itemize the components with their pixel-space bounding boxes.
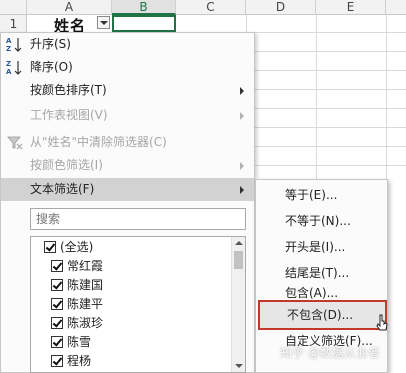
- submenu-item-label: 开头是(I)...: [285, 240, 346, 254]
- checkbox-checked[interactable]: [51, 336, 63, 348]
- scroll-down-arrow-icon[interactable]: [235, 364, 243, 368]
- watermark-text: 知乎 @数据从业者: [280, 346, 380, 360]
- svg-text:A: A: [6, 68, 12, 76]
- checkbox-checked[interactable]: [44, 241, 56, 253]
- column-header-b[interactable]: B: [112, 0, 176, 15]
- submenu-arrow-icon: [240, 87, 244, 95]
- sheet-view-label: 工作表视图(V): [30, 108, 108, 122]
- sort-descending-icon: Z A: [6, 59, 24, 76]
- submenu-arrow-icon: [240, 112, 244, 120]
- sort-ascending-label: 升序(S): [30, 37, 71, 51]
- list-item[interactable]: 陈淑珍: [31, 315, 231, 332]
- menu-item-sort-by-color[interactable]: 按颜色排序(T): [1, 79, 254, 102]
- list-item-select-all[interactable]: (全选): [31, 239, 231, 256]
- list-item[interactable]: 陈建国: [31, 277, 231, 294]
- menu-item-sheet-view: 工作表视图(V): [1, 104, 254, 127]
- column-header-e[interactable]: E: [316, 0, 386, 15]
- submenu-item-label: 不等于(N)...: [285, 214, 351, 228]
- checkbox-checked[interactable]: [51, 317, 63, 329]
- text-filters-label: 文本筛选(F): [30, 182, 95, 196]
- checkbox-checked[interactable]: [51, 279, 63, 291]
- submenu-item-does-not-contain[interactable]: 不包含(D)...: [258, 300, 387, 330]
- filter-menu: A Z 升序(S) Z A 降序(O) 按颜色排序(T) 工作表视图(V) 从"…: [0, 32, 255, 373]
- list-item-label: 常红霞: [67, 259, 104, 273]
- menu-item-sort-descending[interactable]: Z A 降序(O): [1, 56, 254, 79]
- menu-item-sort-ascending[interactable]: A Z 升序(S): [1, 33, 254, 56]
- checkbox-checked[interactable]: [51, 298, 63, 310]
- checkbox-checked[interactable]: [51, 260, 63, 272]
- select-all-corner[interactable]: [0, 0, 27, 15]
- list-item-label: 陈建国: [67, 278, 104, 292]
- submenu-item-label: 等于(E)...: [285, 188, 338, 202]
- submenu-arrow-icon: [240, 186, 244, 194]
- list-item[interactable]: 陈雪: [31, 334, 231, 351]
- submenu-item-equals[interactable]: 等于(E)...: [256, 182, 387, 208]
- row-header-1[interactable]: 1: [0, 17, 27, 31]
- menu-item-text-filters[interactable]: 文本筛选(F): [1, 178, 254, 201]
- filter-by-color-label: 按颜色筛选(I): [30, 158, 103, 172]
- submenu-item-begins-with[interactable]: 开头是(I)...: [256, 234, 387, 260]
- filter-search-input[interactable]: [31, 209, 231, 229]
- mouse-cursor-icon: [376, 314, 388, 331]
- column-header-row: A B C D E: [0, 0, 406, 15]
- list-scrollbar[interactable]: [231, 237, 245, 372]
- submenu-item-label: 不包含(D)...: [287, 308, 354, 322]
- list-item-label: (全选): [60, 240, 94, 254]
- svg-text:Z: Z: [6, 60, 11, 68]
- filter-value-list: (全选) 常红霞 陈建国 陈建平 陈淑珍 陈雪 程杨: [30, 236, 246, 373]
- list-item[interactable]: 程杨: [31, 353, 231, 370]
- sort-by-color-label: 按颜色排序(T): [30, 83, 107, 97]
- filter-dropdown-button[interactable]: [97, 16, 110, 29]
- svg-text:Z: Z: [6, 45, 11, 53]
- checkbox-checked[interactable]: [51, 355, 63, 367]
- menu-item-clear-filter: 从"姓名"中清除筛选器(C): [1, 131, 254, 154]
- menu-item-filter-by-color: 按颜色筛选(I): [1, 154, 254, 177]
- svg-text:A: A: [6, 37, 12, 45]
- column-header-a[interactable]: A: [27, 0, 112, 15]
- filter-search-box[interactable]: [30, 208, 246, 230]
- list-item[interactable]: 陈建平: [31, 296, 231, 313]
- list-item-label: 陈淑珍: [67, 316, 104, 330]
- clear-filter-icon: [6, 134, 24, 151]
- column-header-c[interactable]: C: [176, 0, 246, 15]
- submenu-arrow-icon: [240, 162, 244, 170]
- scroll-up-arrow-icon[interactable]: [235, 241, 243, 245]
- list-item-label: 陈建平: [67, 297, 104, 311]
- list-item-label: 程杨: [67, 354, 92, 368]
- list-item[interactable]: 常红霞: [31, 258, 231, 275]
- list-item-label: 陈雪: [67, 335, 92, 349]
- sort-ascending-icon: A Z: [6, 36, 24, 53]
- scroll-thumb[interactable]: [234, 251, 243, 269]
- clear-filter-label: 从"姓名"中清除筛选器(C): [30, 135, 167, 149]
- sort-descending-label: 降序(O): [30, 60, 73, 74]
- submenu-item-not-equal[interactable]: 不等于(N)...: [256, 208, 387, 234]
- column-header-d[interactable]: D: [246, 0, 316, 15]
- active-cell-b1[interactable]: [112, 15, 176, 32]
